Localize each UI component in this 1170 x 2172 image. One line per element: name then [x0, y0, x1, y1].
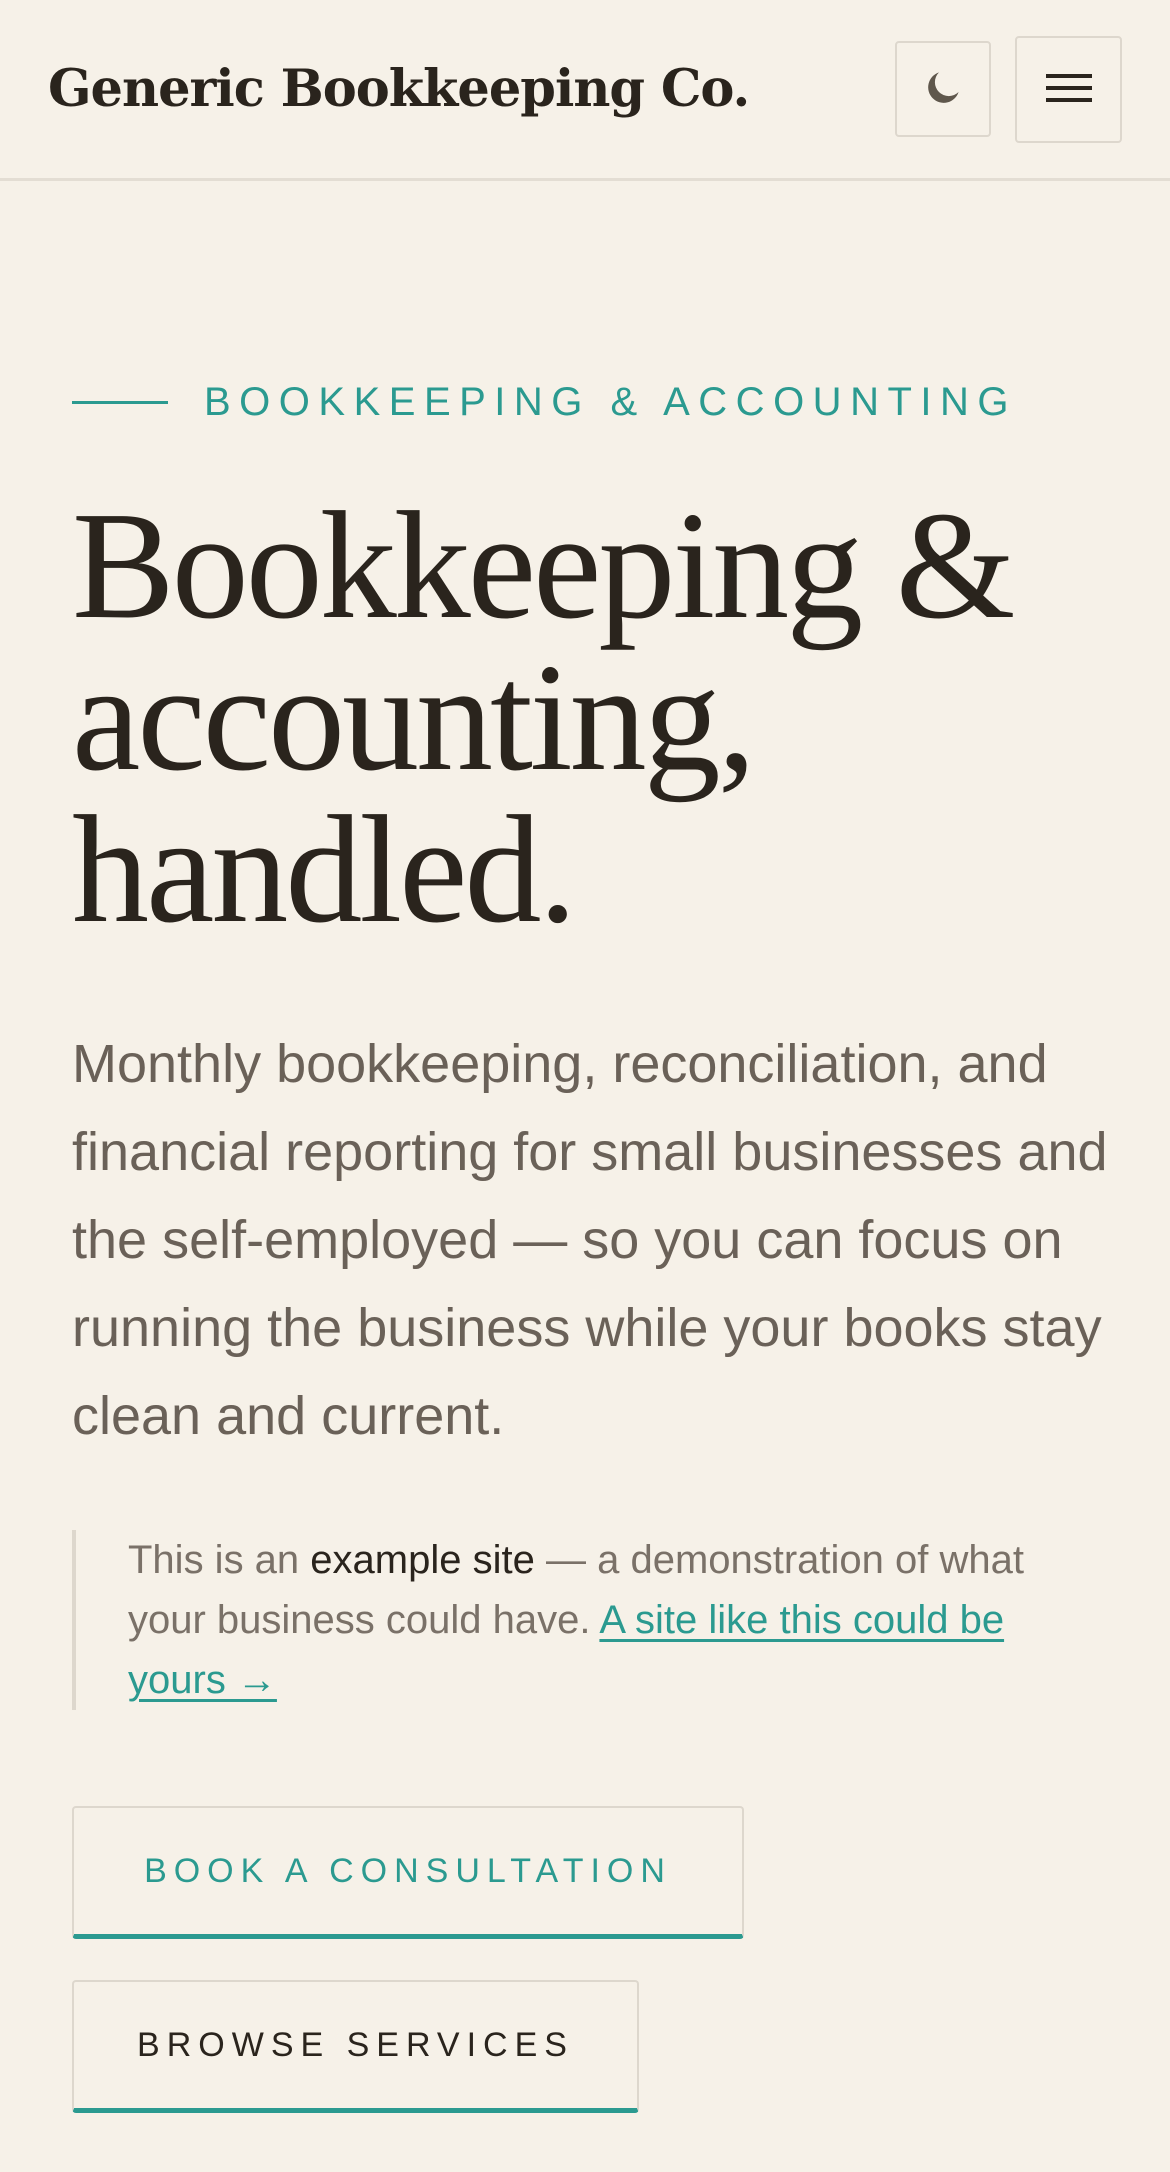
example-site-notice: This is an example site — a demonstratio… [72, 1530, 1112, 1710]
notice-strong: example site [310, 1538, 535, 1582]
eyebrow-text: BOOKKEEPING & ACCOUNTING [204, 380, 1018, 424]
hero-title-line: accounting, [72, 633, 756, 803]
menu-button[interactable] [1015, 35, 1122, 143]
eyebrow: BOOKKEEPING & ACCOUNTING [72, 380, 1017, 425]
browse-services-button[interactable]: BROWSE SERVICES [72, 1980, 639, 2113]
theme-toggle-button[interactable] [895, 41, 991, 137]
hero-title: Bookkeeping & accounting, handled. [72, 489, 1112, 947]
eyebrow-rule [72, 401, 168, 404]
hamburger-icon [1045, 71, 1092, 108]
hero-title-line: Bookkeeping & [72, 481, 1015, 651]
hero-lede: Monthly bookkeeping, reconciliation, and… [72, 1034, 1108, 1446]
header-controls [895, 35, 1122, 143]
moon-icon [921, 66, 965, 113]
brand-logo[interactable]: Generic Bookkeeping Co. [48, 59, 750, 119]
notice-prefix: This is an [128, 1538, 311, 1582]
book-consultation-button[interactable]: BOOK A CONSULTATION [72, 1806, 744, 1939]
hero-title-line: handled. [72, 785, 577, 955]
site-header: Generic Bookkeeping Co. [0, 0, 1170, 181]
